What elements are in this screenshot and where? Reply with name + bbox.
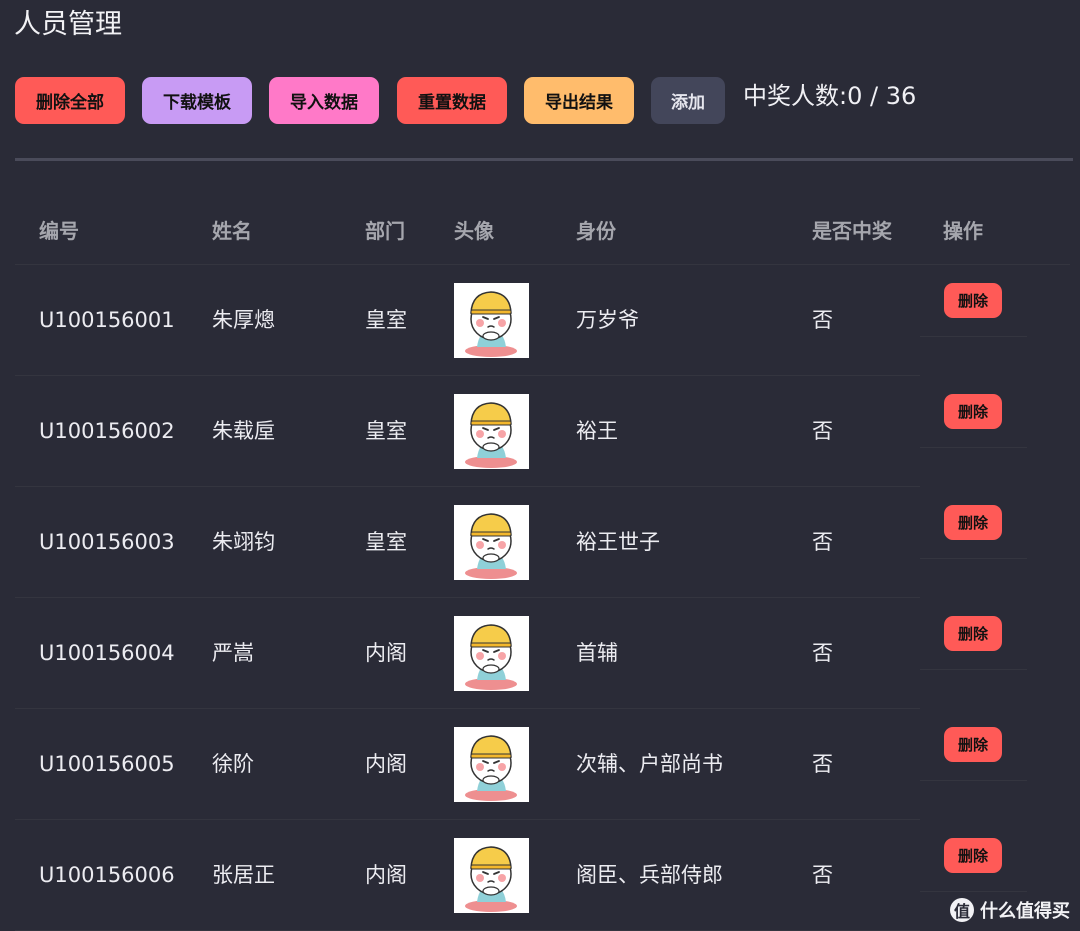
avatar — [454, 616, 529, 691]
cell-id: U100156002 — [39, 419, 175, 443]
toolbar: 删除全部 下载模板 导入数据 重置数据 导出结果 添加 中奖人数:0 / 36 — [0, 77, 1080, 125]
cell-dept: 内阁 — [365, 752, 407, 776]
table-row: U100156005 徐阶 内阁 次辅、户部尚书 否 删除 — [15, 709, 1070, 820]
cell-id: U100156004 — [39, 641, 175, 665]
cell-winner: 否 — [812, 308, 833, 332]
column-header-dept: 部门 — [365, 219, 405, 243]
table-body: U100156001 朱厚熜 皇室 万岁爷 否 删除 U100156002 朱载… — [15, 265, 1070, 931]
winner-count: 中奖人数:0 / 36 — [743, 82, 917, 110]
column-header-avatar: 头像 — [454, 219, 494, 243]
action-cell-divider — [920, 336, 1027, 337]
import-data-button[interactable]: 导入数据 — [269, 77, 379, 124]
avatar — [454, 505, 529, 580]
avatar — [454, 838, 529, 913]
cell-name: 徐阶 — [212, 752, 254, 776]
cell-role: 首辅 — [576, 641, 618, 665]
add-button[interactable]: 添加 — [651, 77, 725, 124]
action-cell-divider — [920, 558, 1027, 559]
row-delete-button[interactable]: 删除 — [944, 838, 1002, 873]
cell-winner: 否 — [812, 752, 833, 776]
watermark: 值 什么值得买 — [950, 897, 1070, 923]
row-delete-button[interactable]: 删除 — [944, 727, 1002, 762]
row-delete-button[interactable]: 删除 — [944, 505, 1002, 540]
action-cell-divider — [920, 447, 1027, 448]
download-template-button[interactable]: 下载模板 — [142, 77, 252, 124]
column-header-winner: 是否中奖 — [812, 219, 892, 243]
column-header-name: 姓名 — [212, 219, 252, 243]
delete-all-button[interactable]: 删除全部 — [15, 77, 125, 124]
export-results-button[interactable]: 导出结果 — [524, 77, 634, 124]
cell-role: 阁臣、兵部侍郎 — [576, 863, 723, 887]
cell-id: U100156001 — [39, 308, 175, 332]
cell-role: 裕王 — [576, 419, 618, 443]
page-title: 人员管理 — [14, 9, 122, 40]
avatar — [454, 727, 529, 802]
avatar-icon — [454, 505, 529, 580]
cell-winner: 否 — [812, 419, 833, 443]
action-cell-divider — [920, 669, 1027, 670]
divider — [15, 158, 1073, 161]
cell-name: 朱厚熜 — [212, 308, 275, 332]
column-header-action: 操作 — [943, 219, 983, 243]
cell-role: 裕王世子 — [576, 530, 660, 554]
cell-name: 严嵩 — [212, 641, 254, 665]
cell-id: U100156003 — [39, 530, 175, 554]
avatar — [454, 394, 529, 469]
table-row: U100156003 朱翊钧 皇室 裕王世子 否 删除 — [15, 487, 1070, 598]
table-header: 编号 姓名 部门 头像 身份 是否中奖 操作 — [15, 198, 1070, 265]
cell-winner: 否 — [812, 863, 833, 887]
cell-dept: 皇室 — [365, 419, 407, 443]
cell-role: 万岁爷 — [576, 308, 639, 332]
cell-dept: 皇室 — [365, 308, 407, 332]
avatar-icon — [454, 838, 529, 913]
reset-data-button[interactable]: 重置数据 — [397, 77, 507, 124]
avatar-icon — [454, 727, 529, 802]
table-row: U100156001 朱厚熜 皇室 万岁爷 否 删除 — [15, 265, 1070, 376]
action-cell-divider — [920, 780, 1027, 781]
table-row: U100156004 严嵩 内阁 首辅 否 删除 — [15, 598, 1070, 709]
cell-winner: 否 — [812, 530, 833, 554]
action-cell-divider — [920, 891, 1027, 892]
table-row: U100156002 朱载垕 皇室 裕王 否 删除 — [15, 376, 1070, 487]
cell-dept: 内阁 — [365, 863, 407, 887]
cell-name: 张居正 — [212, 863, 275, 887]
cell-id: U100156005 — [39, 752, 175, 776]
avatar — [454, 283, 529, 358]
cell-name: 朱翊钧 — [212, 530, 275, 554]
personnel-management-page: 人员管理 删除全部 下载模板 导入数据 重置数据 导出结果 添加 中奖人数:0 … — [0, 0, 1080, 931]
column-header-role: 身份 — [576, 219, 616, 243]
cell-name: 朱载垕 — [212, 419, 275, 443]
zhi-logo-icon: 值 — [950, 898, 974, 922]
cell-dept: 皇室 — [365, 530, 407, 554]
row-delete-button[interactable]: 删除 — [944, 283, 1002, 318]
row-delete-button[interactable]: 删除 — [944, 616, 1002, 651]
cell-dept: 内阁 — [365, 641, 407, 665]
watermark-text: 什么值得买 — [980, 901, 1070, 922]
cell-id: U100156006 — [39, 863, 175, 887]
column-header-id: 编号 — [39, 219, 79, 243]
table-row: U100156006 张居正 内阁 阁臣、兵部侍郎 否 删除 — [15, 820, 1070, 931]
avatar-icon — [454, 616, 529, 691]
avatar-icon — [454, 283, 529, 358]
cell-role: 次辅、户部尚书 — [576, 752, 723, 776]
row-delete-button[interactable]: 删除 — [944, 394, 1002, 429]
cell-winner: 否 — [812, 641, 833, 665]
avatar-icon — [454, 394, 529, 469]
